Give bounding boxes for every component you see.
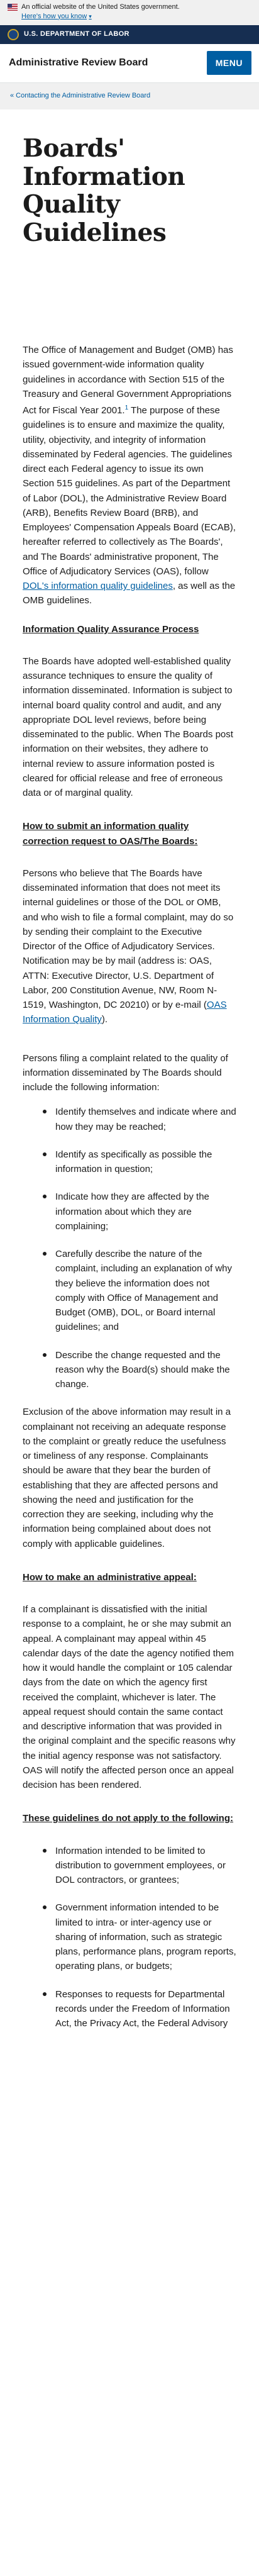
page-title: Boards' Information Quality Guidelines <box>23 133 185 248</box>
submit-text-2: ). <box>101 1014 108 1025</box>
intro-paragraph: The Office of Management and Budget (OMB… <box>23 343 236 608</box>
intro-text-2: The purpose of these guidelines is to en… <box>23 405 236 577</box>
heres-how-you-know-link[interactable]: Here's how you know ▾ <box>21 12 92 21</box>
submit-heading: How to submit an information quality cor… <box>23 821 198 847</box>
qa-paragraph: The Boards have adopted well-established… <box>23 655 233 799</box>
qa-heading: Information Quality Assurance Process <box>23 623 199 635</box>
list-item: Indicate how they are affected by the in… <box>43 1190 236 1234</box>
appeal-paragraph: If a complainant is dissatisfied with th… <box>23 1604 236 1791</box>
list-item: Carefully describe the nature of the com… <box>43 1247 236 1335</box>
submit-include-paragraph: Persons filing a complaint related to th… <box>23 1052 228 1093</box>
gov-banner: An official website of the United States… <box>0 0 259 25</box>
submit-text-1: Persons who believe that The Boards have… <box>23 867 234 1011</box>
dol-seal-icon <box>8 28 19 40</box>
appeal-heading: How to make an administrative appeal: <box>23 1571 197 1583</box>
exclusion-paragraph: Exclusion of the above information may r… <box>23 1407 231 1549</box>
list-item: Information intended to be limited to di… <box>43 1844 236 1888</box>
menu-button[interactable]: MENU <box>206 51 251 75</box>
chevron-down-icon: ▾ <box>89 13 92 20</box>
list-item: Describe the change requested and the re… <box>43 1348 236 1392</box>
back-to-contacting-arb-link[interactable]: « Contacting the Administrative Review B… <box>10 91 150 101</box>
complaint-requirements-list: Identify themselves and indicate where a… <box>23 1105 236 1391</box>
gov-banner-text: An official website of the United States… <box>21 3 180 11</box>
agency-bar: U.S. DEPARTMENT OF LABOR <box>0 25 259 44</box>
dol-guidelines-link[interactable]: DOL's information quality guidelines <box>23 581 173 591</box>
not-apply-list: Information intended to be limited to di… <box>23 1844 236 2031</box>
site-header: Administrative Review Board MENU <box>0 44 259 83</box>
list-item: Identify themselves and indicate where a… <box>43 1105 236 1134</box>
heres-how-you-know-label: Here's how you know <box>21 12 87 20</box>
list-item: Responses to requests for Departmental r… <box>43 1987 236 2031</box>
us-flag-icon <box>8 3 18 11</box>
agency-name[interactable]: U.S. DEPARTMENT OF LABOR <box>24 29 130 40</box>
main-content: Boards' Information Quality Guidelines T… <box>0 109 259 2070</box>
not-apply-heading: These guidelines do not apply to the fol… <box>23 1813 233 1824</box>
list-item: Government information intended to be li… <box>43 1900 236 1973</box>
submit-paragraph: Persons who believe that The Boards have… <box>23 866 236 1027</box>
breadcrumb: « Contacting the Administrative Review B… <box>0 82 259 109</box>
list-item: Identify as specifically as possible the… <box>43 1147 236 1177</box>
site-title[interactable]: Administrative Review Board <box>9 55 148 71</box>
